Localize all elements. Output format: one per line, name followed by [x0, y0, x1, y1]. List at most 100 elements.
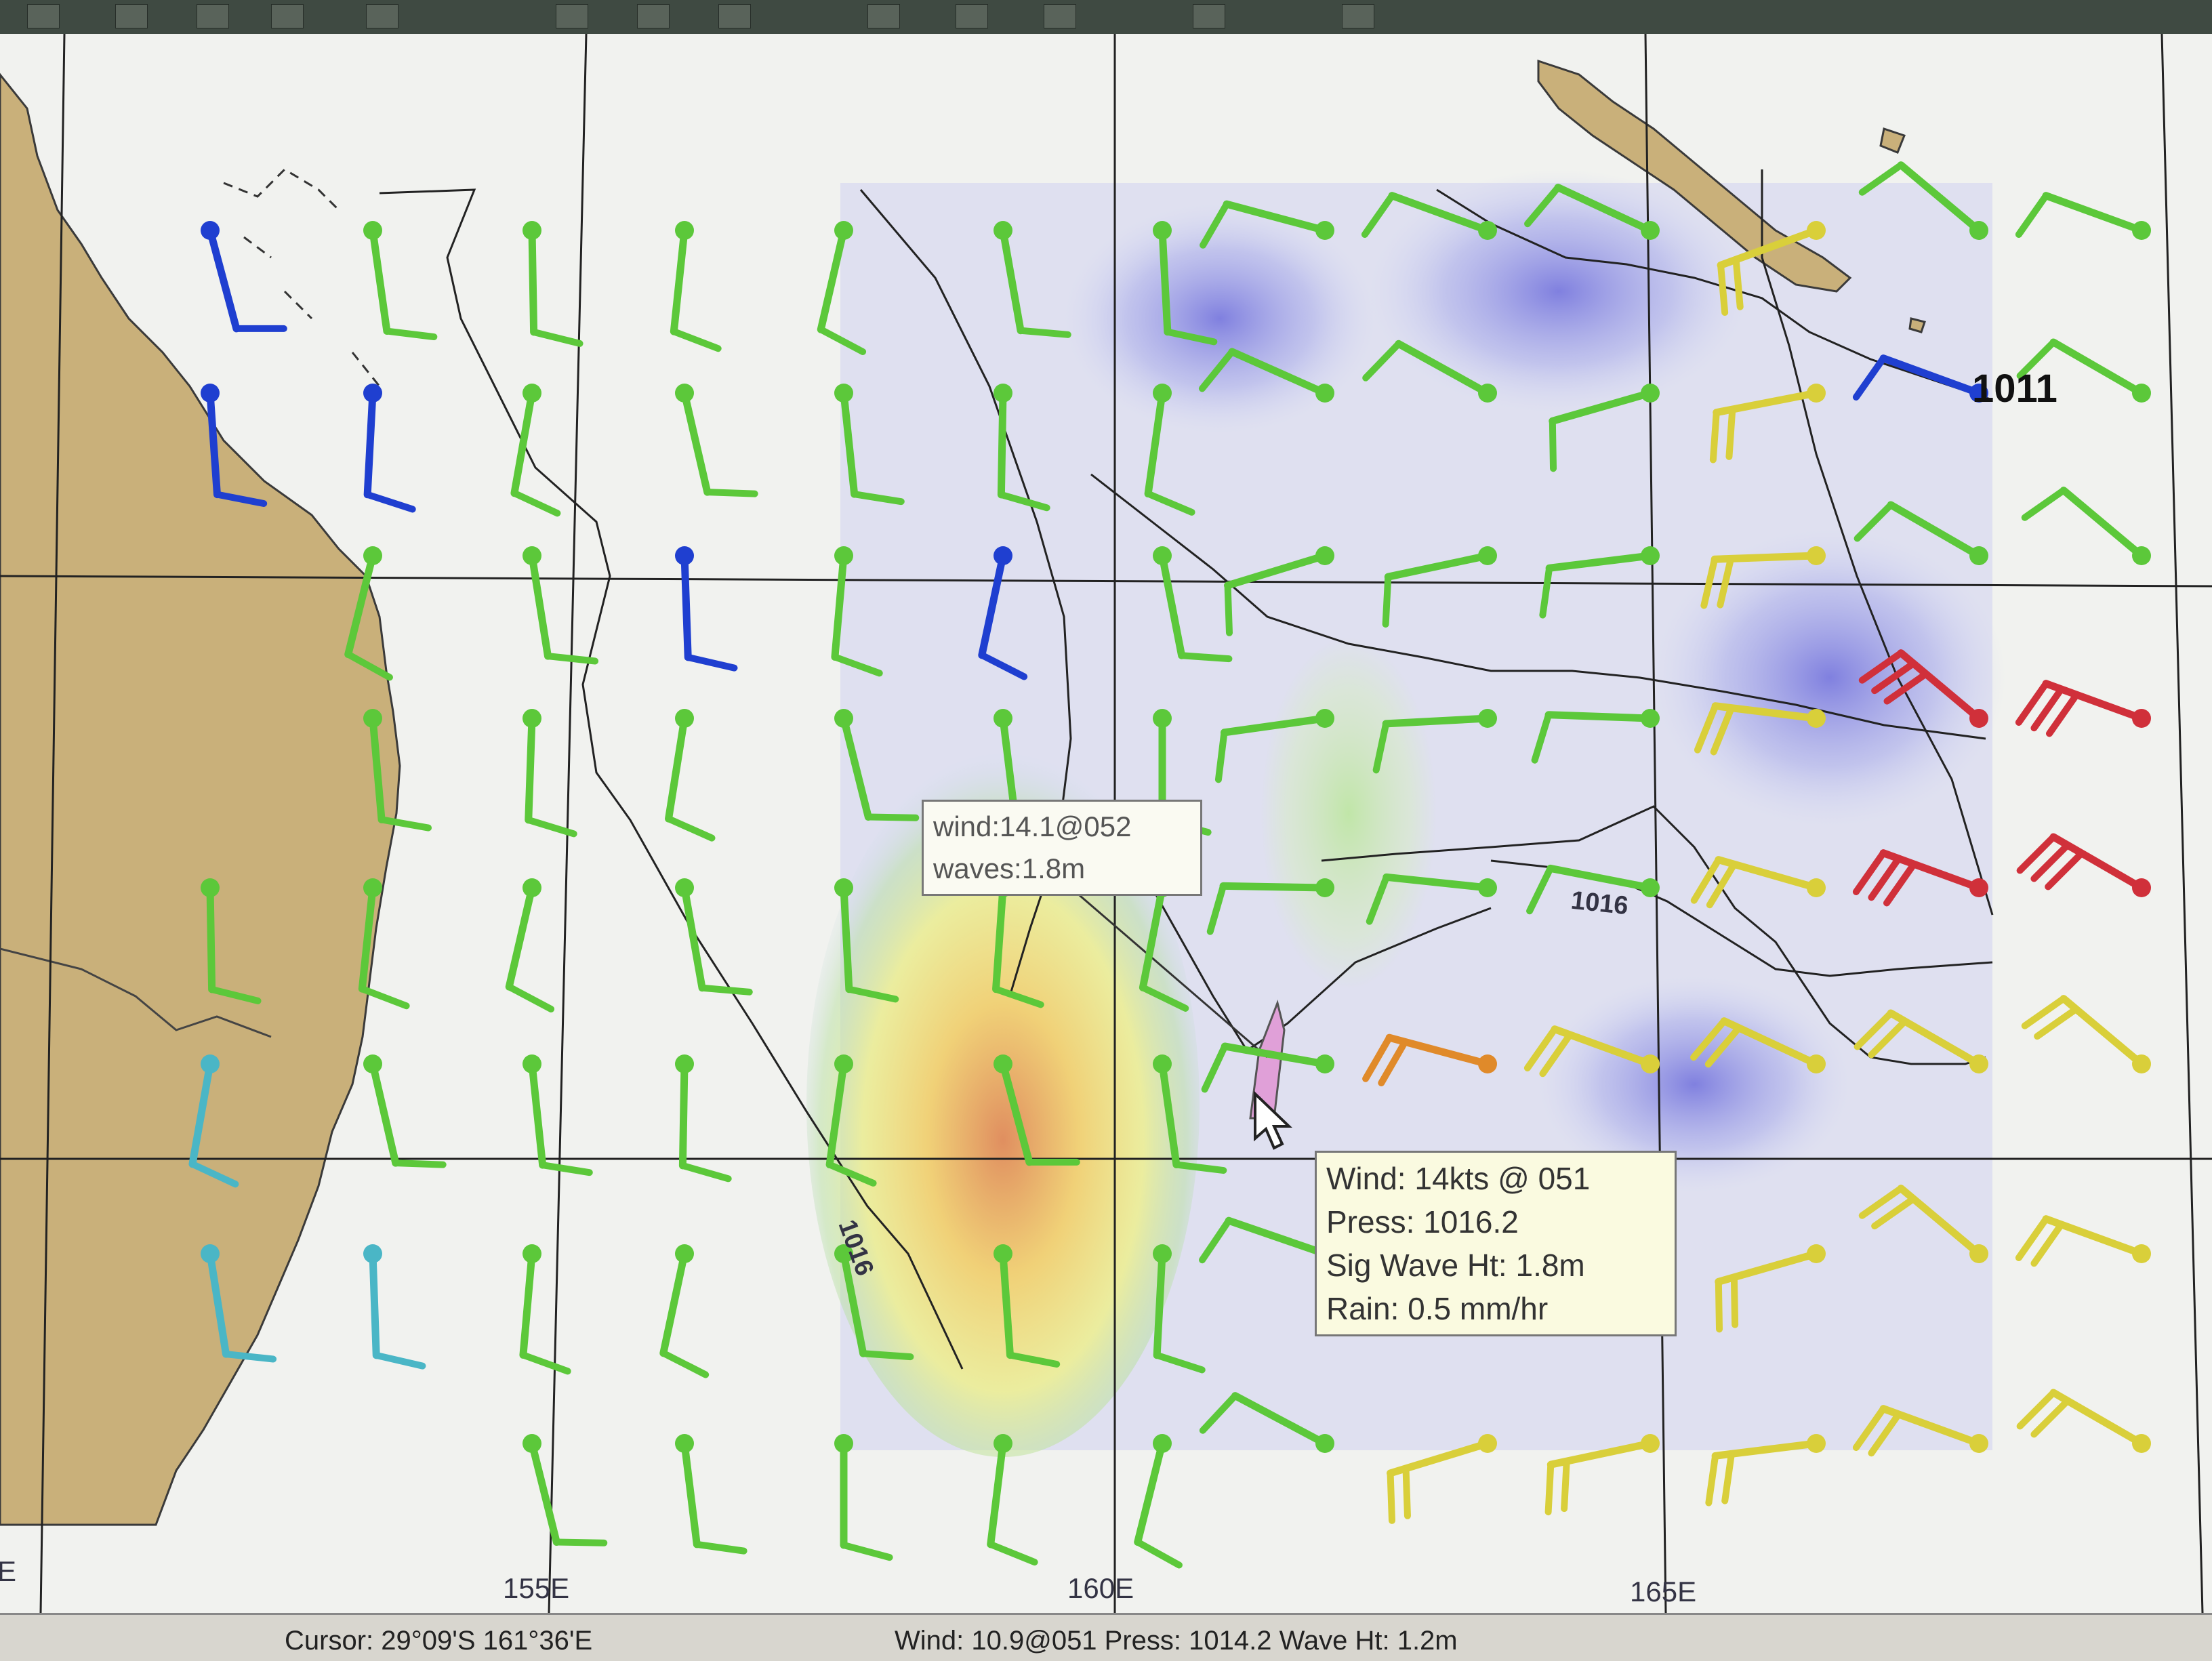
wind-barb-station-dot — [675, 546, 694, 565]
wind-barb — [363, 221, 438, 341]
wind-barb — [523, 1054, 593, 1176]
wind-barb-feather — [510, 489, 561, 517]
wind-barb-station-dot — [1478, 384, 1497, 403]
wind-barb-feather — [670, 328, 722, 352]
toolbar-button[interactable] — [1342, 4, 1374, 28]
wind-barb-station-dot — [523, 878, 541, 897]
wind-barb-shaft — [528, 1060, 547, 1169]
wind-barb-feather — [359, 985, 410, 1010]
wind-barb-station-dot — [201, 1054, 220, 1073]
wind-barb-station-dot — [1641, 1054, 1660, 1073]
wind-barb-station-dot — [1641, 384, 1660, 403]
up-arrow-button[interactable] — [556, 4, 588, 28]
wind-barb-station-dot — [834, 1054, 853, 1073]
wind-barb-feather — [506, 983, 555, 1013]
toolbar-button[interactable] — [27, 4, 60, 28]
wind-barb-station-dot — [2132, 878, 2151, 897]
toolbar-button[interactable] — [271, 4, 304, 28]
status-wind-readout: Wind: 10.9@051 Press: 1014.2 Wave Ht: 1.… — [895, 1626, 1458, 1656]
longitude-line — [548, 34, 588, 1613]
wind-barb-station-dot — [2132, 1244, 2151, 1263]
wind-barb-shaft — [680, 552, 692, 661]
wind-barb-feather — [703, 489, 758, 497]
wind-barb-feather — [1721, 1450, 1735, 1504]
toolbar-button[interactable] — [366, 4, 398, 28]
wind-barb — [659, 1244, 710, 1378]
wind-barb-station-dot — [834, 384, 853, 403]
wind-barb-station-dot — [1315, 221, 1334, 240]
toolbar-button[interactable] — [197, 4, 229, 28]
wind-barb-station-dot — [1153, 1054, 1172, 1073]
wind-barb-station-dot — [2132, 221, 2151, 240]
wind-barb — [363, 384, 416, 513]
wind-barb-station-dot — [994, 709, 1012, 728]
wind-barb-station-dot — [675, 1244, 694, 1263]
up-arrow-button[interactable] — [718, 4, 751, 28]
wind-barb-station-dot — [1315, 1434, 1334, 1453]
cursor-data-tooltip: Wind: 14kts @ 051 Press: 1016.2 Sig Wave… — [1315, 1151, 1677, 1336]
wind-barb — [675, 1434, 747, 1555]
wind-barb-station-dot — [2132, 1434, 2151, 1453]
up-arrow-button[interactable] — [637, 4, 670, 28]
wind-barb-shaft — [206, 226, 241, 333]
toolbar-button[interactable] — [956, 4, 988, 28]
wind-barb-station-dot — [675, 1054, 694, 1073]
wind-barb-station-dot — [675, 384, 694, 403]
wind-barb-station-dot — [1807, 221, 1826, 240]
longitude-line — [2160, 34, 2204, 1613]
wind-barb-station-dot — [994, 221, 1012, 240]
wind-barb-shaft — [369, 1060, 400, 1167]
weather-chart[interactable]: E 155E 160E 165E 1011 1016 1016 wind:14.… — [0, 34, 2212, 1613]
longitude-label: 165E — [1630, 1576, 1697, 1607]
toolbar-button[interactable] — [115, 4, 148, 28]
wind-barb-shaft — [1382, 714, 1492, 728]
wind-barb-station-dot — [1807, 878, 1826, 897]
tooltip-rain: Rain: 0.5 mm/hr — [1326, 1291, 1549, 1326]
wind-barb-feather — [519, 1351, 571, 1375]
status-bar: Cursor: 29°09'S 161°36'E Wind: 10.9@051 … — [0, 1613, 2212, 1661]
wind-barb-station-dot — [1969, 1054, 1988, 1073]
wind-barb-station-dot — [523, 221, 541, 240]
wind-barb-feather — [1717, 262, 1729, 316]
isobar-label: 1016 — [1570, 886, 1630, 921]
wind-barb-station-dot — [1969, 1434, 1988, 1453]
wind-barb — [834, 1434, 893, 1561]
wind-barb — [363, 1054, 447, 1168]
wind-barb-feather — [1709, 409, 1720, 464]
wind-barb-shaft — [1544, 711, 1654, 722]
wind-barb-shaft — [2060, 487, 2146, 560]
tooltip-wind: wind:14.1@052 — [933, 811, 1132, 842]
wind-barb-feather — [539, 1162, 593, 1176]
wind-barb-station-dot — [201, 1244, 220, 1263]
wind-barb-feather — [699, 984, 753, 996]
wind-barb — [675, 1054, 732, 1183]
wind-barb-station-dot — [1478, 878, 1497, 897]
wind-barb — [670, 221, 722, 352]
wind-barb-station-dot — [1807, 384, 1826, 403]
wind-barb-station-dot — [1315, 384, 1334, 403]
wind-barb-feather — [987, 1540, 1038, 1566]
mouse-pointer-icon — [1254, 1091, 1292, 1150]
wind-barb-feather — [1402, 1464, 1411, 1519]
wind-barb-station-dot — [1153, 709, 1172, 728]
toolbar-button[interactable] — [867, 4, 900, 28]
wind-barb — [523, 1434, 608, 1546]
wind-barb-station-dot — [1641, 1434, 1660, 1453]
wind-barb-feather — [1134, 1538, 1183, 1569]
wind-barb-station-dot — [1641, 709, 1660, 728]
wind-barb-station-dot — [363, 1244, 382, 1263]
wind-barb-station-dot — [1807, 546, 1826, 565]
wind-barb — [2021, 995, 2151, 1073]
island — [1879, 127, 1906, 154]
wind-barb-station-dot — [1315, 709, 1334, 728]
tooltip-waves: waves:1.8m — [933, 853, 1086, 884]
longitude-label: E — [0, 1555, 17, 1587]
wind-barb-station-dot — [1315, 878, 1334, 897]
toolbar-button[interactable] — [1044, 4, 1076, 28]
wind-barb-station-dot — [2132, 1054, 2151, 1073]
wind-barb-feather — [684, 653, 738, 672]
wind-barb-station-dot — [834, 546, 853, 565]
wind-barb-station-dot — [1478, 546, 1497, 565]
tooltip-pressure: Press: 1016.2 — [1326, 1204, 1519, 1239]
toolbar-button[interactable] — [1193, 4, 1225, 28]
